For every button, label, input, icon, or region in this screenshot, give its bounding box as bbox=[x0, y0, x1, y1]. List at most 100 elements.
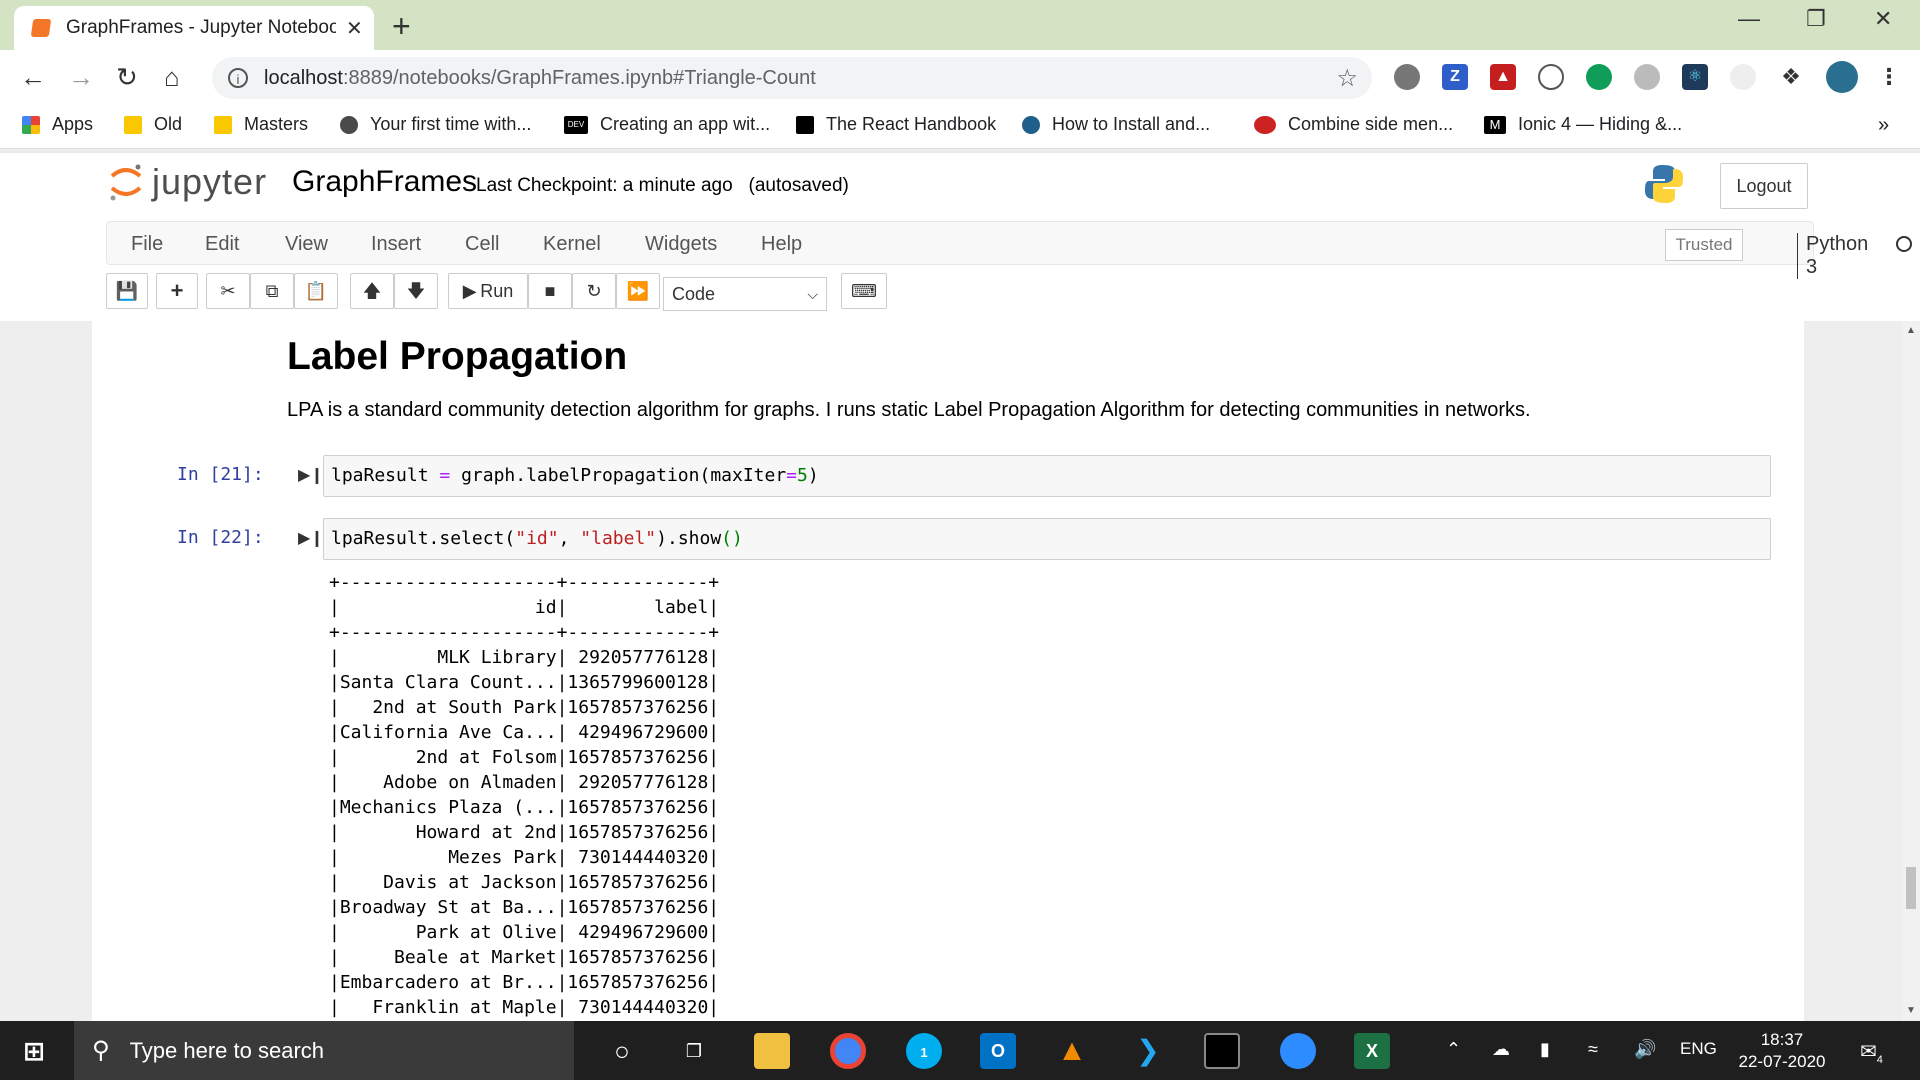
bookmark-dev[interactable]: DEV Creating an app wit... bbox=[564, 114, 770, 135]
menu-edit[interactable]: Edit bbox=[205, 233, 239, 256]
close-window-icon[interactable]: ✕ bbox=[1874, 6, 1892, 32]
browser-tab-active[interactable]: GraphFrames - Jupyter Notebook ✕ bbox=[14, 6, 374, 50]
bookmark-how-to-install[interactable]: How to Install and... bbox=[1022, 114, 1210, 135]
extension-circle-icon[interactable] bbox=[1394, 64, 1420, 90]
autosaved-text: (autosaved) bbox=[748, 175, 849, 196]
copy-icon[interactable]: ⧉ bbox=[250, 273, 294, 309]
save-icon[interactable]: 💾 bbox=[106, 273, 148, 309]
menu-kernel[interactable]: Kernel bbox=[543, 233, 601, 256]
run-cell-icon[interactable]: ▶❙ bbox=[298, 528, 324, 548]
code-token: = bbox=[786, 465, 798, 486]
bookmark-combine-side[interactable]: Combine side men... bbox=[1254, 114, 1453, 135]
taskbar-clock[interactable]: 18:37 22-07-2020 bbox=[1734, 1029, 1830, 1073]
skype-icon[interactable]: 1 bbox=[906, 1033, 942, 1069]
keyboard-shortcuts-icon[interactable]: ⌨ bbox=[841, 273, 887, 309]
scrollbar-thumb[interactable] bbox=[1906, 867, 1916, 909]
url-text: localhost:8889/notebooks/GraphFrames.ipy… bbox=[264, 67, 816, 90]
excel-icon[interactable]: X bbox=[1354, 1033, 1390, 1069]
onedrive-icon[interactable]: ☁ bbox=[1492, 1039, 1510, 1060]
restart-run-all-icon[interactable]: ⏩ bbox=[616, 273, 660, 309]
forward-arrow-icon[interactable]: → bbox=[68, 62, 94, 92]
address-bar[interactable]: i localhost:8889/notebooks/GraphFrames.i… bbox=[212, 57, 1372, 99]
scroll-down-icon[interactable]: ▼ bbox=[1906, 1005, 1916, 1016]
chrome-icon[interactable] bbox=[830, 1033, 866, 1069]
bookmarks-overflow-button[interactable]: » bbox=[1878, 114, 1889, 137]
trusted-badge[interactable]: Trusted bbox=[1665, 229, 1743, 261]
insert-cell-button[interactable]: + bbox=[156, 273, 198, 309]
browser-menu-icon[interactable]: ⋮ bbox=[1876, 64, 1902, 90]
kernel-name[interactable]: Python 3 bbox=[1797, 233, 1868, 279]
volume-icon[interactable]: 🔊 bbox=[1634, 1039, 1656, 1060]
cortana-icon[interactable]: ○ bbox=[604, 1033, 640, 1069]
menu-view[interactable]: View bbox=[285, 233, 328, 256]
zoom-icon[interactable] bbox=[1280, 1033, 1316, 1069]
cut-icon[interactable]: ✂ bbox=[206, 273, 250, 309]
move-down-icon[interactable]: 🡇 bbox=[394, 273, 438, 309]
minimize-icon[interactable]: — bbox=[1738, 6, 1760, 32]
vlc-icon[interactable]: ▲ bbox=[1054, 1033, 1090, 1069]
battery-icon[interactable]: ▮ bbox=[1540, 1039, 1550, 1060]
extensions-puzzle-icon[interactable]: ❖ bbox=[1778, 64, 1804, 90]
bookmark-label: Combine side men... bbox=[1288, 114, 1454, 134]
windows-start-icon[interactable]: ⊞ bbox=[16, 1033, 52, 1069]
profile-avatar[interactable] bbox=[1826, 61, 1858, 93]
extension-z-icon[interactable]: Z bbox=[1442, 64, 1468, 90]
close-tab-icon[interactable]: ✕ bbox=[346, 16, 363, 41]
restart-icon[interactable]: ↻ bbox=[572, 273, 616, 309]
run-cell-icon[interactable]: ▶❙ bbox=[298, 465, 324, 485]
notification-count: 4 bbox=[1876, 1054, 1883, 1066]
home-icon[interactable]: ⌂ bbox=[164, 62, 180, 92]
extension-green-icon[interactable] bbox=[1586, 64, 1612, 90]
code-cell-input[interactable]: lpaResult = graph.labelPropagation(maxIt… bbox=[323, 455, 1771, 497]
bookmark-react-handbook[interactable]: The React Handbook bbox=[796, 114, 996, 135]
output-line: +--------------------+-------------+ bbox=[329, 572, 720, 593]
menu-widgets[interactable]: Widgets bbox=[645, 233, 717, 256]
bookmark-ionic[interactable]: M Ionic 4 — Hiding &... bbox=[1484, 114, 1682, 135]
bookmark-old[interactable]: Old bbox=[124, 114, 182, 135]
bookmark-star-icon[interactable]: ☆ bbox=[1336, 64, 1358, 93]
kernel-idle-indicator-icon bbox=[1896, 236, 1912, 252]
extension-gear-icon[interactable] bbox=[1634, 64, 1660, 90]
dev-logo-icon: DEV bbox=[564, 115, 588, 134]
paste-icon[interactable]: 📋 bbox=[294, 273, 338, 309]
task-view-icon[interactable]: ❐ bbox=[676, 1033, 712, 1069]
jupyter-logo-text: jupyter bbox=[152, 161, 268, 202]
react-devtools-icon[interactable]: ⚛ bbox=[1682, 64, 1708, 90]
notifications-icon[interactable]: ✉4 bbox=[1860, 1039, 1883, 1066]
taskbar-search[interactable]: ⚲ Type here to search bbox=[74, 1021, 574, 1080]
wifi-icon[interactable]: ≈ bbox=[1588, 1039, 1598, 1060]
bookmark-label: Old bbox=[154, 114, 183, 134]
jupyter-logo[interactable]: jupyter bbox=[108, 161, 267, 203]
site-info-icon[interactable]: i bbox=[228, 68, 248, 88]
run-button[interactable]: ▶ Run bbox=[448, 273, 528, 309]
outlook-icon[interactable]: O bbox=[980, 1033, 1016, 1069]
menu-cell[interactable]: Cell bbox=[465, 233, 499, 256]
menu-insert[interactable]: Insert bbox=[371, 233, 421, 256]
interrupt-icon[interactable]: ■ bbox=[528, 273, 572, 309]
bookmark-first-time[interactable]: Your first time with... bbox=[340, 114, 531, 135]
jupyter-logo-icon bbox=[110, 164, 142, 201]
extension-white-icon[interactable] bbox=[1730, 64, 1756, 90]
cell-type-select[interactable]: Code ⌵ bbox=[663, 277, 827, 311]
page-scrollbar[interactable]: ▲ ▼ bbox=[1902, 321, 1920, 1021]
vscode-icon[interactable]: ❯ bbox=[1130, 1033, 1166, 1069]
bookmark-apps[interactable]: Apps bbox=[22, 114, 93, 135]
terminal-icon[interactable] bbox=[1204, 1033, 1240, 1069]
menu-file[interactable]: File bbox=[131, 233, 163, 256]
restore-icon[interactable]: ❐ bbox=[1806, 6, 1826, 32]
new-tab-button[interactable]: + bbox=[392, 8, 411, 44]
reload-icon[interactable]: ↻ bbox=[116, 62, 138, 92]
move-up-icon[interactable]: 🡅 bbox=[350, 273, 394, 309]
menu-help[interactable]: Help bbox=[761, 233, 802, 256]
logout-button[interactable]: Logout bbox=[1720, 163, 1808, 209]
tray-chevron-up-icon[interactable]: ⌃ bbox=[1446, 1039, 1461, 1060]
back-arrow-icon[interactable]: ← bbox=[20, 62, 46, 92]
scroll-up-icon[interactable]: ▲ bbox=[1906, 325, 1916, 336]
notebook-name[interactable]: GraphFrames bbox=[292, 165, 477, 199]
extension-code-icon[interactable] bbox=[1538, 64, 1564, 90]
bookmark-masters[interactable]: Masters bbox=[214, 114, 308, 135]
code-cell-input[interactable]: lpaResult.select("id", "label").show() bbox=[323, 518, 1771, 560]
file-explorer-icon[interactable] bbox=[754, 1033, 790, 1069]
extension-pdf-icon[interactable]: ▲ bbox=[1490, 64, 1516, 90]
language-indicator[interactable]: ENG bbox=[1680, 1039, 1717, 1059]
